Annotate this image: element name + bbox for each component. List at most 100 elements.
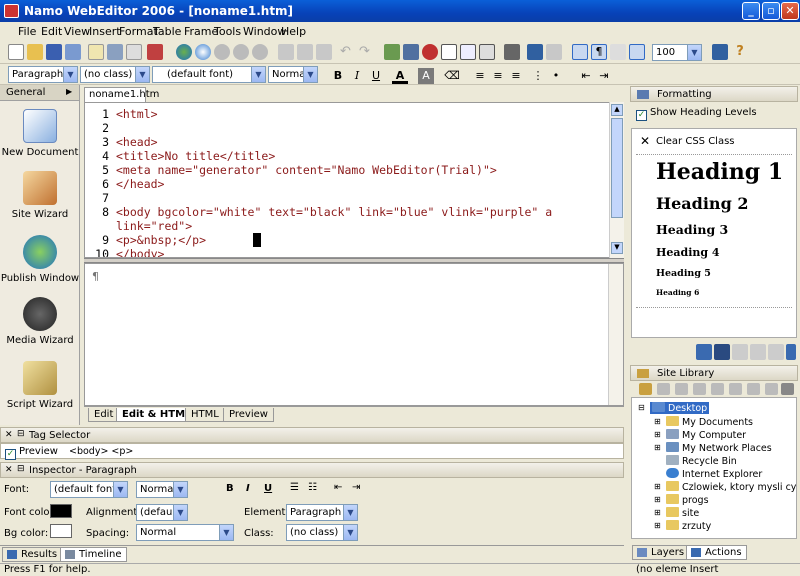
font-select[interactable]: (default font) ▼ (152, 66, 266, 83)
element-select[interactable]: Paragraph ▼ (286, 504, 358, 521)
insert-form-icon[interactable] (479, 44, 495, 60)
tree-item-desktop[interactable]: Desktop (650, 402, 710, 414)
show-heading-levels-checkbox[interactable]: ✓ Show Heading Levels (636, 107, 757, 121)
layout-icon[interactable] (629, 44, 645, 60)
heading-2-style[interactable]: Heading 2 (656, 194, 748, 213)
script-wizard-button[interactable]: Script Wizard (0, 361, 80, 410)
inspector-size-select[interactable]: Normal ▼ (136, 481, 188, 498)
tab-preview[interactable]: Preview (223, 408, 274, 422)
heading-5-style[interactable]: Heading 5 (656, 268, 711, 279)
tree-item[interactable]: zrzuty (666, 520, 711, 532)
save-icon[interactable] (46, 44, 62, 60)
expand-icon[interactable]: ⊞ (654, 417, 661, 426)
tree-item[interactable]: Internet Explorer (666, 468, 762, 480)
heading-4-style[interactable]: Heading 4 (656, 246, 720, 259)
scroll-thumb[interactable] (611, 118, 623, 218)
tree-item[interactable]: progs (666, 494, 709, 506)
italic-button[interactable]: I (349, 68, 365, 84)
tab-actions[interactable]: Actions (686, 545, 747, 560)
menu-edit[interactable]: Edit (41, 25, 62, 38)
align-right-icon[interactable]: ≡ (508, 68, 524, 84)
numbered-list-icon[interactable]: ☰ (290, 482, 299, 493)
print-icon[interactable] (107, 44, 123, 60)
tree-item[interactable]: My Computer (666, 429, 746, 441)
folder-icon[interactable] (639, 383, 652, 395)
insert-layer-icon[interactable] (460, 44, 476, 60)
tab-results[interactable]: Results (2, 547, 63, 562)
insert-media-icon[interactable] (403, 44, 419, 60)
inspector-font-select[interactable]: (default font) ▼ (50, 481, 128, 498)
tab-timeline[interactable]: Timeline (60, 547, 127, 562)
menu-insert[interactable]: Insert (89, 25, 121, 38)
heading-1-style[interactable]: Heading 1 (656, 159, 783, 185)
expand-icon[interactable]: ⊞ (654, 495, 661, 504)
bold-button[interactable]: B (330, 68, 346, 84)
clear-css-class-button[interactable]: Clear CSS Class (656, 136, 735, 147)
menu-help[interactable]: Help (281, 25, 306, 38)
grid-icon[interactable] (572, 44, 588, 60)
open-icon[interactable] (27, 44, 43, 60)
outdent-icon[interactable]: ⇤ (334, 482, 342, 493)
alignment-select[interactable]: (default) ▼ (136, 504, 188, 521)
align-center-icon[interactable]: ≡ (490, 68, 506, 84)
expand-icon[interactable]: ⊞ (654, 482, 661, 491)
preview-checkbox[interactable]: ✓ Preview (5, 446, 58, 460)
clear-format-icon[interactable]: ⌫ (444, 68, 460, 84)
indent-icon[interactable]: ⇥ (352, 482, 360, 493)
tag-selector-header[interactable]: ✕ ⊟ Tag Selector (0, 427, 624, 443)
tree-item[interactable]: My Network Places (666, 442, 772, 454)
collapse-icon[interactable]: ⊟ (638, 403, 645, 412)
scroll-down-icon[interactable]: ▼ (611, 242, 623, 254)
font-color-button[interactable]: A (392, 68, 408, 84)
highlight-button[interactable]: A (418, 68, 434, 84)
inspector-italic-button[interactable]: I (246, 483, 250, 494)
underline-button[interactable]: U (368, 68, 384, 84)
tree-item[interactable]: Czlowiek, ktory mysli cyfrar (666, 481, 796, 493)
formatting-header[interactable]: Formatting (630, 86, 798, 102)
scroll-up-icon[interactable]: ▲ (611, 104, 623, 116)
tools-icon[interactable] (504, 44, 520, 60)
menu-file[interactable]: File (18, 25, 36, 38)
publish-window-button[interactable]: Publish Window (0, 235, 80, 284)
browser-icon[interactable] (195, 44, 211, 60)
heading-6-style[interactable]: Heading 6 (656, 288, 699, 297)
edit-style-icon[interactable] (714, 344, 730, 360)
indent-icon[interactable]: ⇥ (596, 68, 612, 84)
general-panel-header[interactable]: General ▶ (0, 85, 79, 101)
maximize-button[interactable]: ▫ (762, 2, 780, 20)
print-preview-icon[interactable] (88, 44, 104, 60)
media-wizard-button[interactable]: Media Wizard (0, 297, 80, 346)
insert-image-icon[interactable] (384, 44, 400, 60)
tree-item[interactable]: My Documents (666, 416, 753, 428)
publish-icon[interactable] (176, 44, 192, 60)
insert-flash-icon[interactable] (422, 44, 438, 60)
close-icon[interactable]: ✕ (640, 134, 650, 148)
line-break-icon[interactable] (610, 44, 626, 60)
inspector-underline-button[interactable]: U (264, 483, 272, 494)
inspector-bold-button[interactable]: B (226, 483, 234, 494)
menu-window[interactable]: Window (243, 25, 286, 38)
new-style-icon[interactable] (696, 344, 712, 360)
expand-icon[interactable]: ⊞ (654, 508, 661, 517)
collapse-icon[interactable]: ⊟ (17, 464, 25, 474)
new-document-button[interactable]: New Document (0, 109, 80, 158)
spell-check-icon[interactable] (147, 44, 163, 60)
expand-icon[interactable]: ⊞ (654, 443, 661, 452)
minimize-button[interactable]: _ (742, 2, 760, 20)
menu-table[interactable]: Table (153, 25, 181, 38)
menu-tools[interactable]: Tools (214, 25, 241, 38)
spacing-select[interactable]: Normal ▼ (136, 524, 234, 541)
numbered-list-icon[interactable]: ⋮ (530, 68, 546, 84)
new-icon[interactable] (8, 44, 24, 60)
expand-icon[interactable]: ⊞ (654, 521, 661, 530)
expand-icon[interactable]: ⊞ (654, 430, 661, 439)
tree-item[interactable]: site (666, 507, 699, 519)
close-icon[interactable]: ✕ (5, 465, 13, 475)
heading-3-style[interactable]: Heading 3 (656, 222, 728, 237)
bullet-list-icon[interactable]: ☷ (308, 482, 317, 493)
font-color-swatch[interactable] (50, 504, 72, 518)
library-tool-icon[interactable] (781, 383, 794, 395)
link-icon[interactable] (527, 44, 543, 60)
tab-edit[interactable]: Edit (88, 408, 120, 422)
paragraph-style-select[interactable]: Paragraph ▼ (8, 66, 78, 83)
